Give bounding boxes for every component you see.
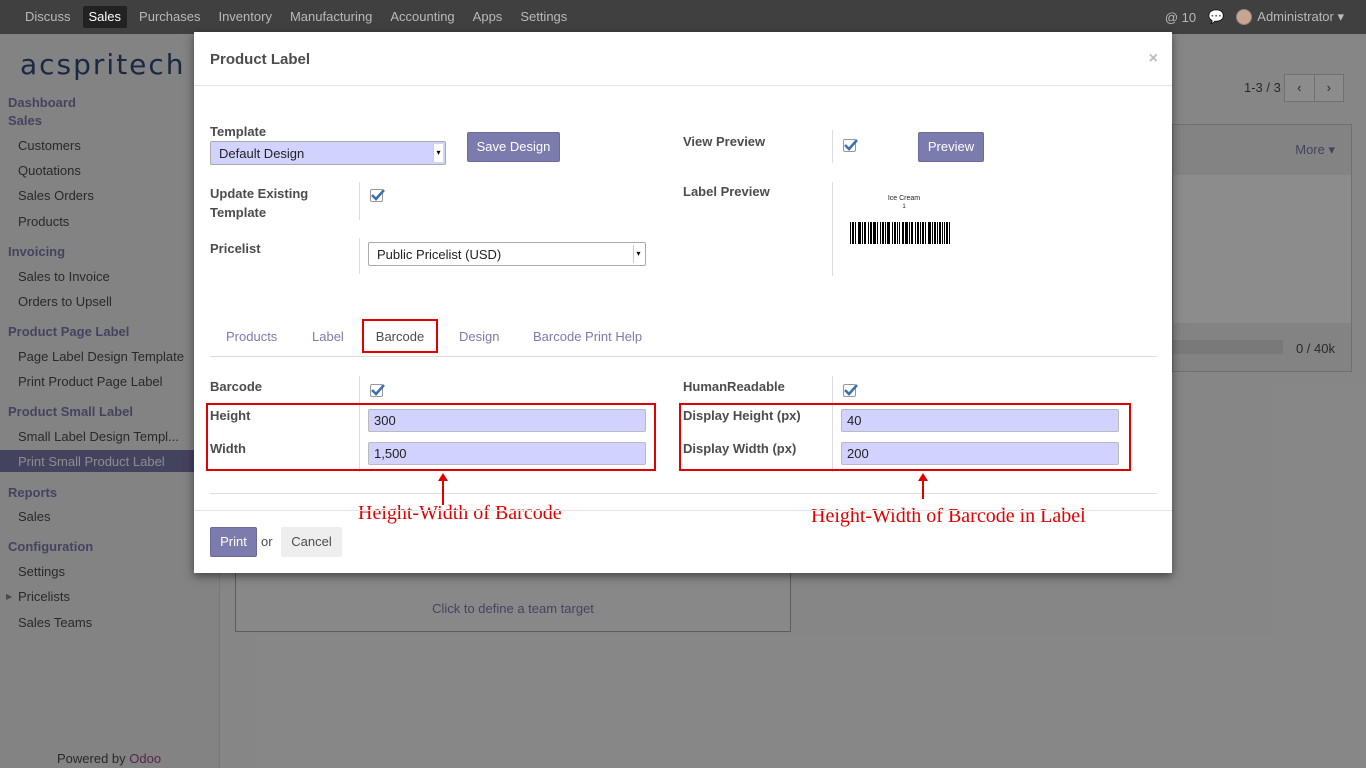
product-label-dialog: Product Label × Template Default Design … [194,32,1172,573]
menu-settings[interactable]: Settings [511,6,576,28]
preview-qty: 1 [902,204,906,210]
barcode-bar [947,222,948,244]
cancel-button[interactable]: Cancel [281,527,342,557]
close-icon[interactable]: × [1149,50,1158,68]
barcode-bar [889,222,890,244]
barcode-bar [883,222,884,244]
app-menu: Discuss Sales Purchases Inventory Manufa… [16,0,576,34]
tab-design[interactable]: Design [459,329,499,344]
tab-products[interactable]: Products [226,329,277,344]
template-label: Template [210,124,267,139]
top-navbar: Discuss Sales Purchases Inventory Manufa… [0,0,1366,34]
barcode-bar [885,222,886,244]
barcode-bar [903,222,904,244]
menu-accounting[interactable]: Accounting [381,6,463,28]
barcode-bar [865,222,866,244]
barcode-bar [875,222,876,244]
barcode-bar [932,222,933,244]
pricelist-select[interactable]: Public Pricelist (USD) ▾ [368,242,646,266]
divider [359,182,360,220]
modal-title: Product Label [210,51,311,68]
barcode-bar [907,222,908,244]
divider [832,130,833,163]
barcode-bar [925,222,926,244]
chat-icon[interactable]: 💬 [1208,9,1224,25]
menu-sales[interactable]: Sales [82,6,128,28]
barcode-bar [915,222,916,244]
barcode-bar [897,222,898,244]
annotation-barcode-size: Height-Width of Barcode [358,502,562,524]
menu-apps[interactable]: Apps [464,6,512,28]
section-divider [210,493,1157,494]
barcode-bar [862,222,863,244]
barcode-bar [860,222,861,244]
tab-divider [210,356,1157,357]
barcode-bar [937,222,938,244]
user-menu[interactable]: Administrator ▾ [1236,9,1344,26]
barcode-bar [871,222,872,244]
notification-counter[interactable]: @ 10 [1165,10,1196,25]
or-text: or [261,534,273,549]
barcode-bar [935,222,936,244]
tab-label[interactable]: Label [312,329,344,344]
menu-discuss[interactable]: Discuss [16,6,80,28]
menu-inventory[interactable]: Inventory [209,6,280,28]
barcode-bar [912,222,913,244]
preview-product-name: Ice Cream [887,195,921,202]
user-name: Administrator ▾ [1257,8,1344,24]
highlight-box-barcode-size [206,403,656,471]
pricelist-label: Pricelist [210,241,261,256]
view-preview-label: View Preview [683,134,766,149]
label-preview-label: Label Preview [683,184,770,199]
update-existing-label: Update Existing Template [210,186,309,220]
highlight-box-label-size [679,403,1131,471]
barcode-bar [868,222,869,244]
barcode-bar [880,222,881,244]
template-value: Default Design [219,146,305,161]
tab-barcode[interactable]: Barcode [362,319,438,353]
barcode-bar [930,222,931,244]
annotation-arrow-right-line [922,479,924,499]
annotation-label-size: Height-Width of Barcode in Label [811,505,1086,527]
barcode-bar [892,222,893,244]
barcode-bar [850,222,851,244]
dropdown-arrow-icon: ▾ [433,144,443,162]
dropdown-arrow-icon: ▾ [633,245,643,263]
barcode-bar [949,222,950,244]
barcode-bar [942,222,943,244]
barcode-bar [877,222,878,244]
barcode-bar [940,222,941,244]
barcode-bar [918,222,919,244]
avatar [1236,9,1253,26]
menu-manufacturing[interactable]: Manufacturing [281,6,381,28]
human-readable-checkbox[interactable] [843,384,858,397]
barcode-bar [855,222,856,244]
save-design-button[interactable]: Save Design [467,132,560,162]
barcode-bar [920,222,921,244]
barcode-bar [895,222,896,244]
modal-header: Product Label × [194,32,1172,86]
barcode-bar [899,222,900,244]
human-readable-label: HumanReadable [683,379,785,394]
tab-barcode-print-help[interactable]: Barcode Print Help [533,329,642,344]
barcode-preview-image [850,222,952,244]
barcode-checkbox[interactable] [370,384,385,397]
menu-purchases[interactable]: Purchases [130,6,209,28]
view-preview-checkbox[interactable] [843,139,858,152]
update-existing-checkbox[interactable] [370,189,385,202]
modal-footer-divider [194,510,1172,511]
barcode-bar [909,222,910,244]
template-select[interactable]: Default Design ▾ [210,141,446,165]
pricelist-value: Public Pricelist (USD) [377,247,502,262]
divider [359,238,360,274]
barcode-bar [923,222,924,244]
barcode-label: Barcode [210,379,263,394]
preview-button[interactable]: Preview [918,132,984,162]
divider [832,182,833,276]
print-button[interactable]: Print [210,527,257,557]
tab-barcode-label: Barcode [375,329,425,344]
barcode-bar [944,222,945,244]
barcode-bar [853,222,854,244]
